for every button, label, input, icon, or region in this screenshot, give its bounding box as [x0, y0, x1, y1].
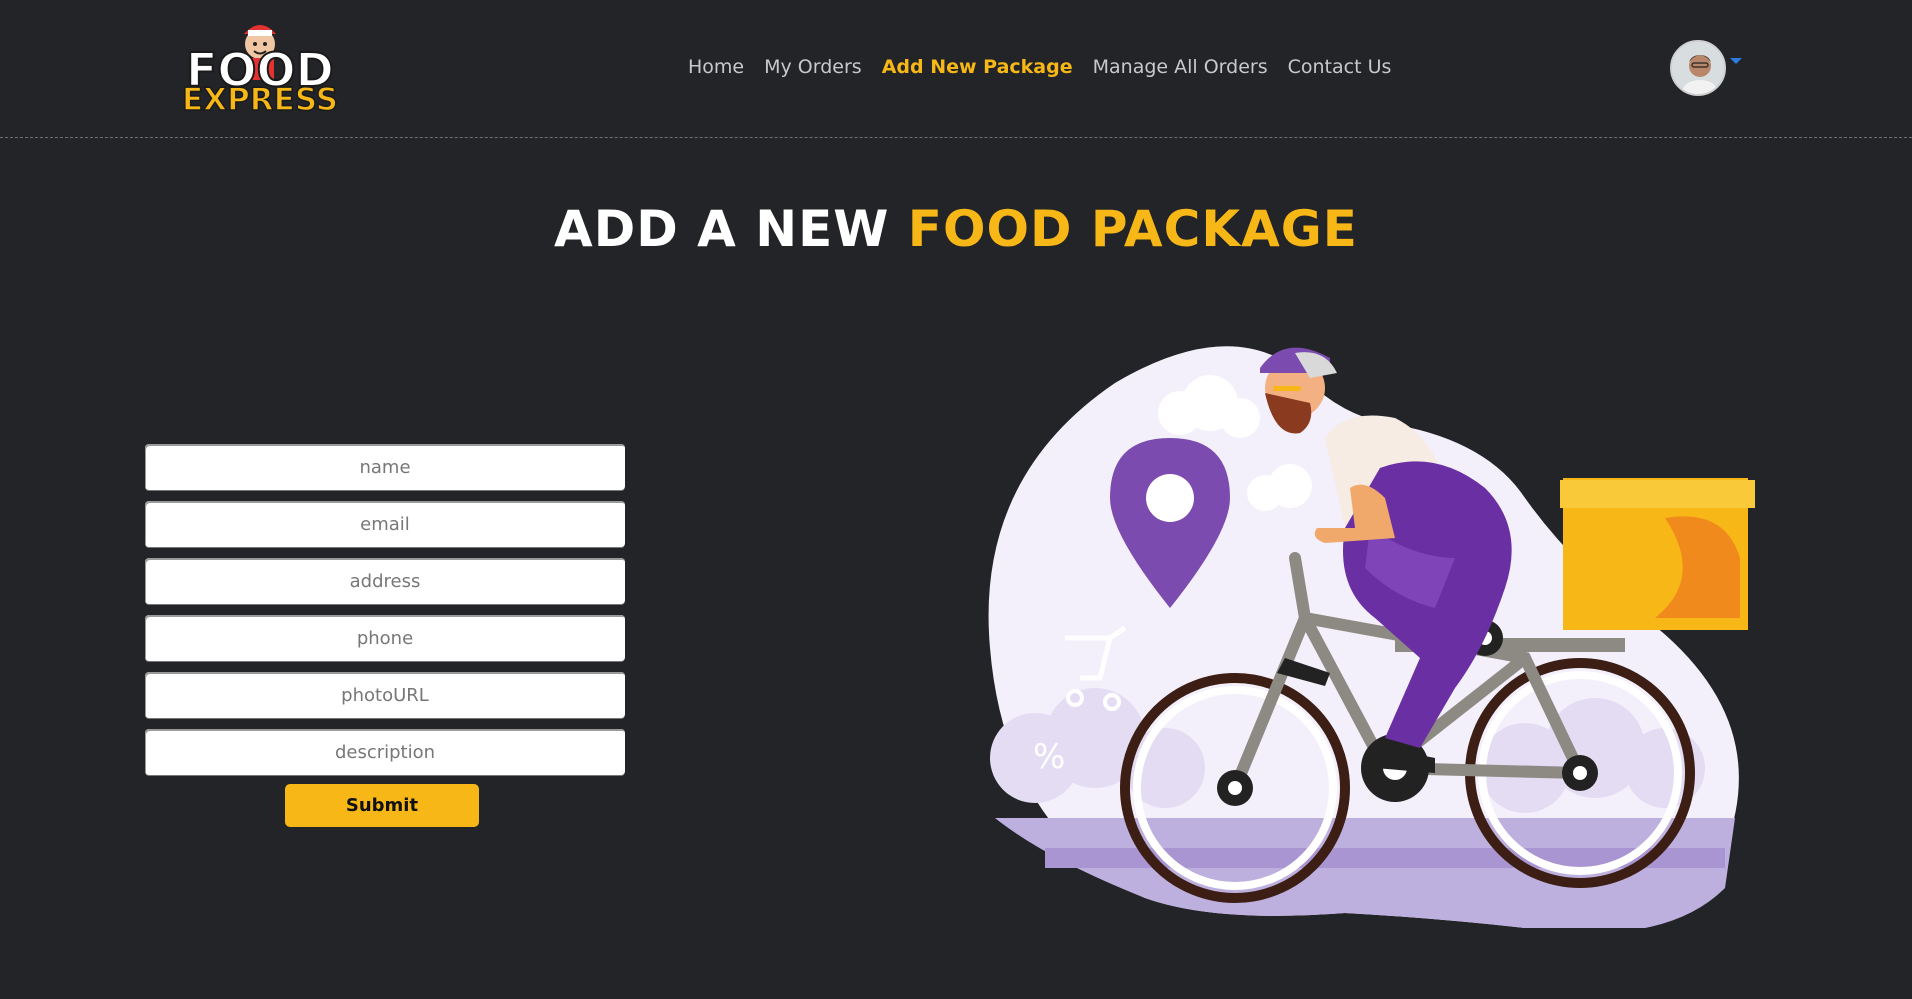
- nav-add-new-package[interactable]: Add New Package: [882, 56, 1073, 78]
- main-nav: Home My Orders Add New Package Manage Al…: [688, 56, 1391, 78]
- nav-home[interactable]: Home: [688, 56, 744, 78]
- nav-my-orders[interactable]: My Orders: [764, 56, 862, 78]
- food-express-logo[interactable]: FOOD EXPRESS: [178, 14, 338, 114]
- name-input[interactable]: [145, 444, 625, 490]
- nav-contact-us[interactable]: Contact Us: [1288, 56, 1392, 78]
- add-package-form: Submit: [145, 444, 625, 829]
- page-title: ADD A NEW FOOD PACKAGE: [0, 200, 1912, 258]
- caret-down-icon[interactable]: [1730, 58, 1742, 64]
- user-menu[interactable]: [1670, 40, 1742, 96]
- phone-input[interactable]: [145, 615, 625, 661]
- page-title-part2: FOOD PACKAGE: [907, 200, 1358, 258]
- user-avatar[interactable]: [1670, 40, 1726, 96]
- page-title-part1: ADD A NEW: [554, 200, 908, 258]
- navbar: FOOD EXPRESS Home My Orders Add New Pack…: [0, 0, 1912, 138]
- email-input[interactable]: [145, 501, 625, 547]
- photo-url-input[interactable]: [145, 672, 625, 718]
- nav-manage-all-orders[interactable]: Manage All Orders: [1093, 56, 1268, 78]
- logo-text-express: EXPRESS: [182, 82, 338, 114]
- address-input[interactable]: [145, 558, 625, 604]
- svg-text:%: %: [1033, 737, 1065, 777]
- description-input[interactable]: [145, 729, 625, 775]
- submit-button[interactable]: Submit: [285, 784, 479, 827]
- delivery-illustration: %: [965, 328, 1765, 933]
